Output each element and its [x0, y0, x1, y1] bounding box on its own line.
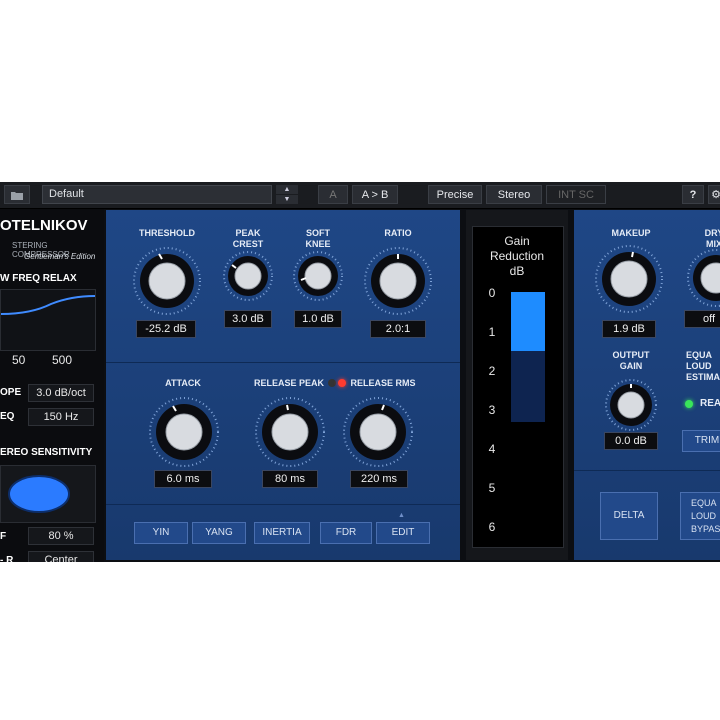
peak-crest-label: PEAK CREST [232, 228, 264, 249]
realtime-label: REAL [700, 398, 720, 409]
release-rms-value[interactable]: 220 ms [350, 470, 408, 488]
threshold-value[interactable]: -25.2 dB [136, 320, 196, 338]
equal-loudness-bypass-button[interactable]: EQUA LOUD BYPAS [680, 492, 720, 540]
ab-copy-button[interactable]: A > B [352, 185, 398, 204]
precise-button[interactable]: Precise [428, 185, 482, 204]
output-gain-label: OUTPUT GAIN [612, 350, 650, 371]
freq-value[interactable]: 150 Hz [28, 408, 94, 426]
ratio-knob[interactable] [363, 246, 433, 316]
brand-edition: Gentleman's Edition [24, 252, 96, 261]
eq-curve-display[interactable] [0, 289, 96, 351]
slope-value[interactable]: 3.0 dB/oct [28, 384, 94, 402]
makeup-value[interactable]: 1.9 dB [602, 320, 656, 338]
lr-value[interactable]: Center [28, 551, 94, 562]
top-toolbar: Default ▲ ▼ A A > B Precise Stereo INT S… [0, 182, 720, 209]
freq-label: EQ [0, 411, 15, 422]
dry-mix-label: DRYMIX [704, 228, 720, 249]
delta-button[interactable]: DELTA [600, 492, 658, 540]
trim-button[interactable]: TRIM [682, 430, 720, 452]
eq-tick-500: 500 [52, 353, 73, 367]
mode-inertia-button[interactable]: INERTIA [254, 522, 310, 544]
dry-mix-knob[interactable] [686, 248, 720, 308]
output-gain-knob[interactable] [604, 378, 658, 432]
section-divider [106, 504, 460, 505]
soft-knee-value[interactable]: 1.0 dB [294, 310, 342, 328]
attack-label: ATTACK [165, 378, 201, 388]
meter-scale-0: 0 [488, 286, 496, 300]
preset-selector[interactable]: Default [42, 185, 272, 204]
stereo-sensitivity-label: EREO SENSITIVITY [0, 447, 93, 458]
meter-scale-3: 3 [488, 403, 496, 417]
meter-title: Gain Reduction dB [489, 234, 545, 278]
left-panel: OTELNIKOV STERING COMPRESSOR Gentleman's… [0, 209, 104, 562]
meter-scale-2: 2 [488, 364, 496, 378]
soft-knee-label: SOFT KNEE [305, 228, 331, 249]
peak-crest-value[interactable]: 3.0 dB [224, 310, 272, 328]
stereo-sensitivity-display[interactable] [0, 465, 96, 523]
release-peak-value[interactable]: 80 ms [262, 470, 318, 488]
int-sc-button[interactable]: INT SC [546, 185, 606, 204]
edit-expand-arrow-icon[interactable]: ▲ [398, 512, 405, 519]
release-rms-led-icon[interactable] [338, 379, 346, 387]
ratio-label: RATIO [384, 228, 412, 238]
slope-label: OPE [0, 387, 22, 398]
meter-scale-1: 1 [488, 325, 496, 339]
f-label: F [0, 531, 7, 542]
ab-a-button[interactable]: A [318, 185, 348, 204]
meter-scale-5: 5 [488, 481, 496, 495]
meter-scale-6: 6 [488, 520, 496, 534]
mode-fdr-button[interactable]: FDR [320, 522, 372, 544]
attack-value[interactable]: 6.0 ms [154, 470, 212, 488]
makeup-knob[interactable] [594, 244, 664, 314]
threshold-knob[interactable] [132, 246, 202, 316]
release-peak-knob[interactable] [254, 396, 326, 468]
compressor-plugin-window: Default ▲ ▼ A A > B Precise Stereo INT S… [0, 182, 720, 562]
settings-gear-icon[interactable]: ⚙ [708, 185, 720, 204]
meter-scale-4: 4 [488, 442, 496, 456]
release-peak-label: RELEASE PEAK [253, 378, 324, 388]
threshold-label: THRESHOLD [139, 228, 195, 238]
lr-label: - R [0, 555, 14, 562]
help-button[interactable]: ? [682, 185, 704, 204]
eq-tick-50: 50 [12, 353, 26, 367]
mode-yin-button[interactable]: YIN [134, 522, 188, 544]
soft-knee-knob[interactable] [292, 250, 344, 302]
section-divider [574, 470, 720, 471]
brand-title: OTELNIKOV [0, 217, 88, 234]
attack-knob[interactable] [148, 396, 220, 468]
release-rms-label: RELEASE RMS [350, 378, 416, 388]
equal-loudness-label: EQUA LOUD ESTIMA [686, 350, 720, 382]
realtime-led-icon[interactable] [685, 400, 693, 408]
f-value[interactable]: 80 % [28, 527, 94, 545]
preset-next-arrow-icon[interactable]: ▼ [276, 195, 298, 204]
preset-prev-arrow-icon[interactable]: ▲ [276, 185, 298, 194]
stereo-button[interactable]: Stereo [486, 185, 542, 204]
gain-reduction-bar [511, 292, 545, 351]
release-rms-knob[interactable] [342, 396, 414, 468]
ratio-value[interactable]: 2.0:1 [370, 320, 426, 338]
section-divider [106, 362, 460, 363]
makeup-label: MAKEUP [611, 228, 651, 238]
edit-button[interactable]: EDIT [376, 522, 430, 544]
peak-crest-knob[interactable] [222, 250, 274, 302]
dry-mix-value[interactable]: off [684, 310, 720, 328]
output-gain-value[interactable]: 0.0 dB [604, 432, 658, 450]
low-freq-relax-label: W FREQ RELAX [0, 273, 77, 284]
release-peak-led-icon[interactable] [328, 379, 336, 387]
mode-yang-button[interactable]: YANG [192, 522, 246, 544]
folder-icon[interactable] [4, 185, 30, 204]
